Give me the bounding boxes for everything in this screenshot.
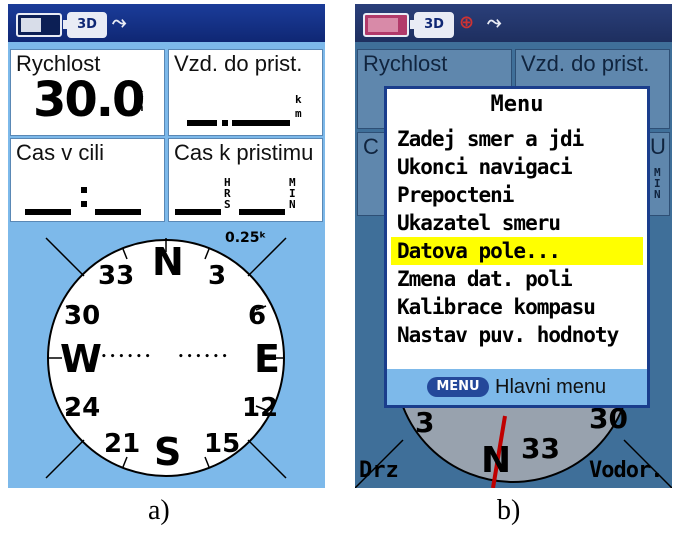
menu-item-ukonci-navigaci[interactable]: Ukonci navigaci: [391, 153, 643, 181]
compass-rose-icon: ⊕: [459, 12, 475, 33]
dash-placeholder: [239, 209, 285, 215]
map-scale: 0.25ᵏ: [225, 230, 267, 246]
status-bar: 3D ⊕ ⤳: [355, 4, 672, 42]
options-menu: Menu Zadej smer a jdi Ukonci navigaci Pr…: [384, 86, 650, 408]
heading-24: 24: [64, 393, 101, 423]
time-dest-label: Cas v cili: [16, 140, 105, 165]
speed-field[interactable]: Rychlost 30.0 k h: [10, 49, 165, 136]
gps-3d-fix-icon: 3D: [414, 12, 454, 38]
menu-title: Menu: [490, 92, 544, 117]
menu-item-kalibrace-kompasu[interactable]: Kalibrace kompasu: [391, 293, 643, 321]
bg-north: N: [481, 440, 512, 481]
distance-unit-top: k: [295, 93, 302, 106]
speed-value: 30.0: [33, 72, 145, 128]
gps-3d-fix-icon: 3D: [67, 12, 107, 38]
speed-unit-bottom: h: [137, 101, 144, 114]
time-at-destination-field[interactable]: Cas v cili: [10, 138, 165, 222]
colon-dot: [81, 187, 87, 193]
caption-b: b): [497, 495, 521, 526]
dash-placeholder: [95, 209, 141, 215]
satellite-wave-icon: ⤳: [487, 12, 502, 33]
hold-label: Drz: [359, 458, 399, 483]
status-bar: 3D ⤳: [8, 4, 325, 42]
heading-6: 6: [248, 301, 267, 331]
menu-item-zmena-dat-poli[interactable]: Zmena dat. poli: [391, 265, 643, 293]
menu-item-datova-pole[interactable]: Datova pole...: [391, 237, 643, 265]
gps-screen-b: 3D ⊕ ⤳ Rychlost Vzd. do prist. C U MIN 3…: [355, 4, 672, 488]
dash-placeholder: [187, 120, 217, 126]
menu-item-ukazatel-smeru[interactable]: Ukazatel smeru: [391, 209, 643, 237]
menu-footer: MENU Hlavni menu: [387, 369, 647, 405]
compass-north: N: [152, 240, 184, 284]
track-dots-right: ••••••: [178, 352, 231, 362]
heading-15: 15: [204, 429, 241, 459]
bg-speed-label: Rychlost: [363, 51, 448, 76]
satellite-wave-icon: ⤳: [112, 12, 127, 33]
dash-placeholder: [232, 120, 290, 126]
battery-icon: [16, 13, 67, 37]
decimal-dot: [222, 120, 228, 126]
menu-item-zadej-smer[interactable]: Zadej smer a jdi: [391, 125, 643, 153]
gps-screen-a: 3D ⤳ Rychlost 30.0 k h Vzd. do prist. k …: [8, 4, 325, 488]
minutes-unit: MIN: [289, 176, 296, 211]
bg-u-label: U: [650, 134, 666, 159]
colon-dot: [81, 201, 87, 207]
bg-c-label: C: [363, 134, 379, 159]
menu-item-prepocteni[interactable]: Prepocteni: [391, 181, 643, 209]
dash-placeholder: [25, 209, 71, 215]
horizontal-label: Vodor.: [589, 458, 663, 483]
distance-label: Vzd. do prist.: [174, 51, 303, 76]
time-next-label: Cas k pristimu: [174, 140, 314, 165]
compass-west: W: [60, 337, 102, 381]
compass-east: E: [254, 337, 280, 381]
bg-heading-3: 3: [415, 406, 435, 439]
menu-button[interactable]: MENU: [427, 377, 489, 397]
heading-33: 33: [98, 261, 135, 291]
caption-a: a): [148, 495, 170, 526]
main-menu-label: Hlavni menu: [495, 376, 607, 398]
hours-unit: HRS: [224, 176, 231, 211]
bg-distance-label: Vzd. do prist.: [521, 51, 650, 76]
speed-unit-top: k: [137, 87, 144, 100]
track-dots-left: ••••••: [101, 352, 154, 362]
bg-heading-33: 33: [521, 432, 560, 465]
compass-area: 0.25ᵏ N W E S 33 3 30 6 24 12 21 15 ••••…: [8, 222, 325, 488]
menu-list: Zadej smer a jdi Ukonci navigaci Prepoct…: [391, 125, 643, 349]
distance-unit-bottom: m: [295, 107, 302, 120]
distance-to-dest-field[interactable]: Vzd. do prist. k m: [168, 49, 323, 136]
dash-placeholder: [175, 209, 221, 215]
battery-icon: [363, 13, 414, 37]
compass-south: S: [154, 430, 182, 474]
bg-min-label: MIN: [654, 166, 661, 201]
heading-21: 21: [104, 429, 141, 459]
heading-3: 3: [208, 261, 227, 291]
heading-12: 12: [242, 393, 279, 423]
heading-30: 30: [64, 301, 101, 331]
time-to-next-field[interactable]: Cas k pristimu HRS MIN: [168, 138, 323, 222]
bg-heading-30: 30: [589, 402, 628, 435]
menu-item-nastav-puv-hodnoty[interactable]: Nastav puv. hodnoty: [391, 321, 643, 349]
